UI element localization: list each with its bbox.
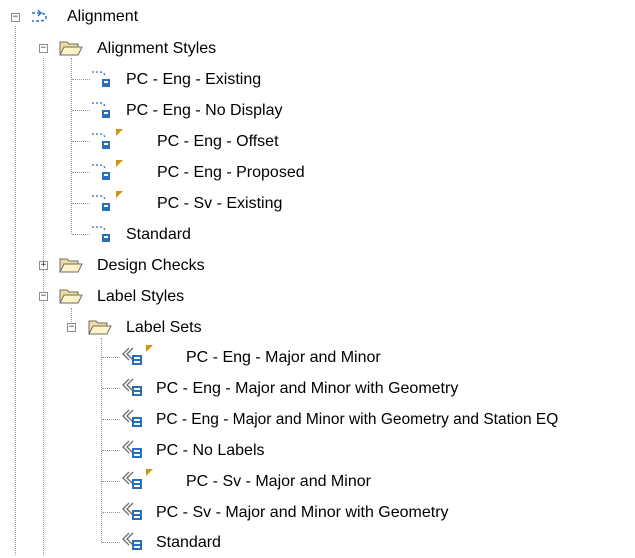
tree-node-label: Standard	[126, 226, 191, 243]
settings-tree: − Alignment − Alignment Styles PC - Eng …	[0, 0, 635, 555]
expand-toggle[interactable]: +	[39, 261, 48, 270]
label-set-icon	[122, 347, 142, 365]
label-set-item[interactable]: PC - Eng - Major and Minor with Geometry…	[0, 404, 635, 435]
style-item[interactable]: Standard	[0, 219, 250, 250]
tree-connector	[102, 388, 120, 389]
collapse-toggle[interactable]: −	[39, 44, 48, 53]
style-item[interactable]: PC - Eng - Proposed	[0, 157, 340, 188]
folder-open-icon	[59, 258, 83, 273]
modified-flag-icon	[116, 129, 123, 136]
style-item[interactable]: PC - Eng - No Display	[0, 95, 330, 126]
tree-node-label: Alignment	[67, 8, 139, 25]
style-item[interactable]: PC - Sv - Existing	[0, 188, 320, 219]
label-set-item[interactable]: PC - No Labels	[0, 435, 320, 466]
tree-node-label-styles[interactable]: − Label Styles	[0, 281, 250, 312]
label-set-item[interactable]: PC - Eng - Major and Minor with Geometry	[0, 373, 520, 404]
tree-connector	[72, 234, 90, 235]
alignment-style-icon	[92, 195, 110, 211]
tree-node-label: Design Checks	[97, 257, 205, 274]
label-set-icon	[122, 378, 142, 396]
tree-connector	[102, 512, 120, 513]
tree-node-alignment[interactable]: − Alignment	[0, 2, 200, 33]
folder-open-icon	[59, 289, 83, 304]
tree-connector	[102, 419, 120, 420]
tree-node-label: PC - Eng - Proposed	[157, 164, 305, 181]
label-set-item[interactable]: PC - Eng - Major and Minor	[0, 342, 420, 373]
tree-connector	[102, 357, 120, 358]
tree-node-label: PC - Sv - Major and Minor	[186, 473, 371, 490]
label-set-item[interactable]: PC - Sv - Major and Minor with Geometry	[0, 497, 520, 528]
alignment-style-icon	[92, 164, 110, 180]
tree-connector	[72, 203, 90, 204]
label-set-icon	[122, 409, 142, 427]
tree-node-label: Label Styles	[97, 288, 185, 305]
tree-node-label: PC - Eng - Major and Minor with Geometry…	[156, 411, 559, 428]
tree-node-label: PC - Eng - Major and Minor with Geometry	[156, 380, 459, 397]
tree-node-label: Standard	[156, 534, 221, 551]
folder-open-icon	[88, 320, 112, 335]
alignment-style-icon	[92, 71, 110, 87]
tree-node-label: Alignment Styles	[97, 40, 217, 57]
alignment-style-icon	[92, 133, 110, 149]
modified-flag-icon	[116, 160, 123, 167]
label-set-icon	[122, 471, 142, 489]
tree-node-alignment-styles[interactable]: − Alignment Styles	[0, 33, 250, 64]
modified-flag-icon	[146, 345, 153, 352]
style-item[interactable]: PC - Eng - Offset	[0, 126, 330, 157]
folder-open-icon	[59, 41, 83, 56]
label-set-icon	[122, 440, 142, 458]
style-item[interactable]: PC - Eng - Existing	[0, 64, 320, 95]
tree-node-label: PC - Eng - Major and Minor	[186, 349, 381, 366]
tree-connector	[102, 481, 120, 482]
tree-node-label: PC - No Labels	[156, 442, 265, 459]
label-set-icon	[122, 502, 142, 520]
tree-node-label: PC - Sv - Existing	[157, 195, 283, 212]
tree-connector	[102, 450, 120, 451]
collapse-toggle[interactable]: −	[11, 13, 20, 22]
tree-connector	[72, 141, 90, 142]
tree-connector	[72, 79, 90, 80]
modified-flag-icon	[116, 191, 123, 198]
modified-flag-icon	[146, 469, 153, 476]
label-set-item[interactable]: Standard	[0, 527, 260, 558]
collapse-toggle[interactable]: −	[67, 323, 76, 332]
tree-node-label: PC - Eng - No Display	[126, 102, 283, 119]
tree-connector	[102, 542, 120, 543]
label-set-icon	[122, 532, 142, 550]
tree-node-design-checks[interactable]: + Design Checks	[0, 250, 250, 281]
tree-node-label: PC - Sv - Major and Minor with Geometry	[156, 504, 449, 521]
label-set-item[interactable]: PC - Sv - Major and Minor	[0, 466, 420, 497]
alignment-style-icon	[92, 226, 110, 242]
tree-node-label-sets[interactable]: − Label Sets	[0, 312, 250, 343]
tree-node-label: PC - Eng - Offset	[157, 133, 279, 150]
tree-node-label: Label Sets	[126, 319, 202, 336]
alignment-icon	[32, 9, 47, 22]
alignment-style-icon	[92, 102, 110, 118]
collapse-toggle[interactable]: −	[39, 292, 48, 301]
tree-node-label: PC - Eng - Existing	[126, 71, 262, 88]
tree-connector	[72, 172, 90, 173]
tree-connector	[72, 110, 90, 111]
